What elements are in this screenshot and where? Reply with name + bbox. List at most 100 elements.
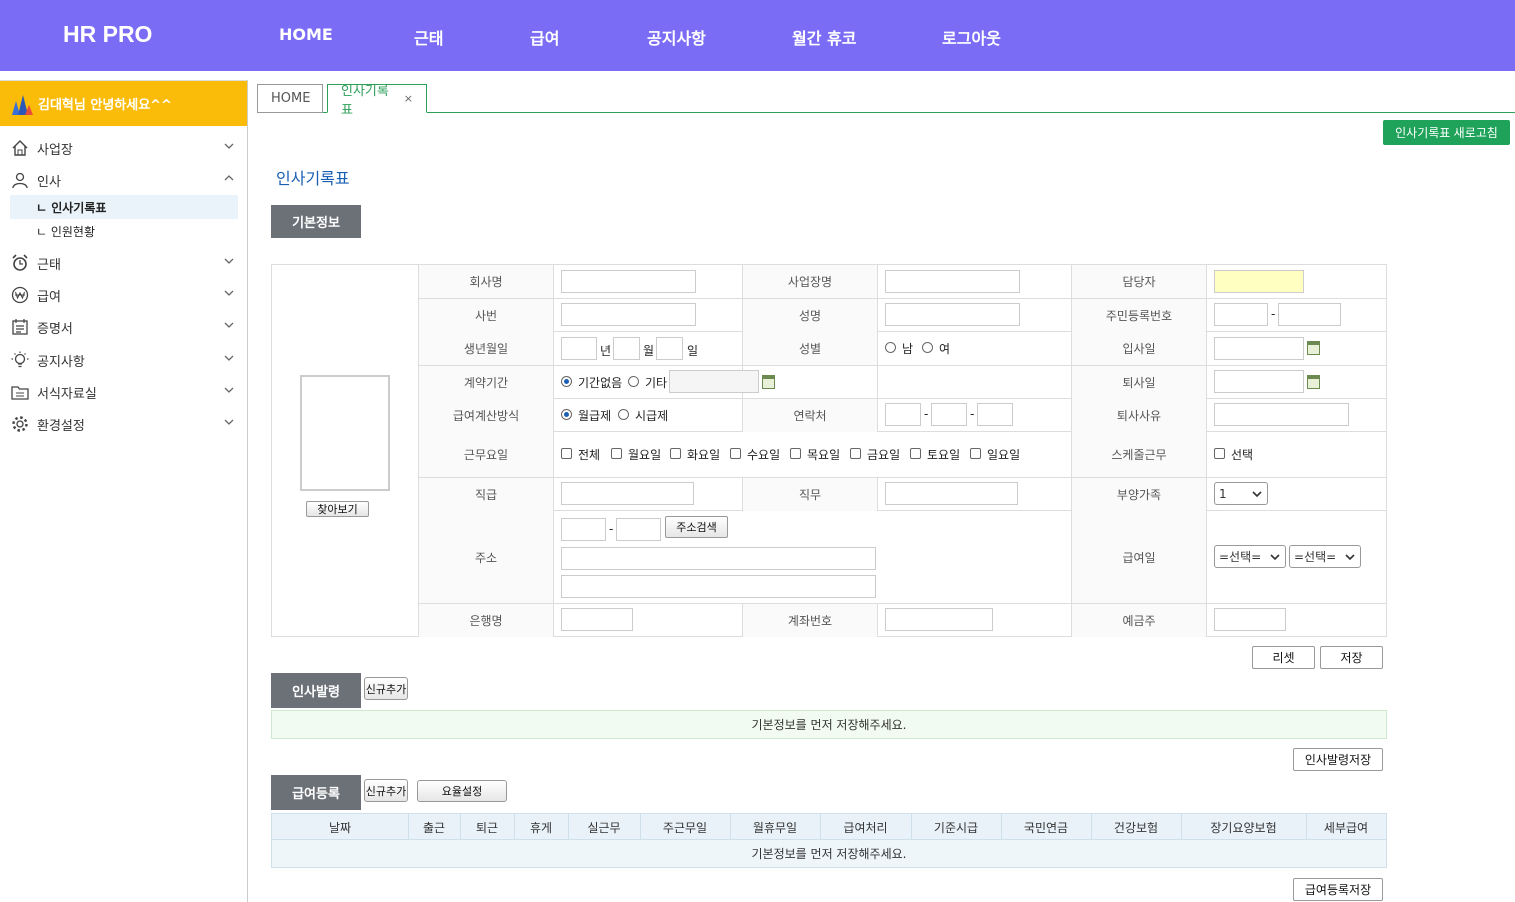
payday-select-2[interactable]: =선택= bbox=[1289, 545, 1361, 568]
close-icon[interactable]: × bbox=[404, 92, 413, 105]
workday-sun-checkbox[interactable] bbox=[970, 448, 981, 459]
nav-logout[interactable]: 로그아웃 bbox=[942, 25, 1001, 49]
menu-label: 사업장 bbox=[37, 142, 73, 158]
pay-hourly-radio[interactable] bbox=[618, 409, 629, 420]
appointment-save-button[interactable]: 인사발령저장 bbox=[1293, 748, 1383, 771]
divider bbox=[418, 331, 1387, 332]
salary-save-button[interactable]: 급여등록저장 bbox=[1293, 878, 1383, 901]
address-1-field[interactable] bbox=[561, 547, 876, 570]
schedule-checkbox[interactable] bbox=[1214, 448, 1225, 459]
dash: - bbox=[609, 522, 614, 536]
dependents-select[interactable]: 1 bbox=[1214, 482, 1268, 505]
company-field[interactable] bbox=[561, 270, 696, 293]
contract-other-radio[interactable] bbox=[628, 376, 639, 387]
dependents-value: 1 bbox=[1219, 486, 1227, 501]
duty-field[interactable] bbox=[885, 482, 1018, 505]
rrn-back-field[interactable] bbox=[1278, 303, 1341, 326]
birth-day-field[interactable] bbox=[656, 337, 683, 360]
nav-salary[interactable]: 급여 bbox=[530, 25, 559, 49]
calendar-icon[interactable] bbox=[1307, 341, 1320, 355]
tab-bar: HOME 인사기록표 × bbox=[257, 84, 1515, 118]
workday-wed-checkbox[interactable] bbox=[730, 448, 741, 459]
divider bbox=[418, 603, 1387, 604]
name-field[interactable] bbox=[885, 303, 1020, 326]
label-join: 입사일 bbox=[1072, 332, 1206, 365]
workday-fri-checkbox[interactable] bbox=[850, 448, 861, 459]
nav-home[interactable]: HOME bbox=[279, 25, 333, 44]
menu-salary[interactable]: 급여 bbox=[10, 284, 238, 306]
column-header: 세부급여 bbox=[1323, 821, 1369, 835]
calendar-icon[interactable] bbox=[1307, 375, 1320, 389]
section-basic-info: 기본정보 bbox=[271, 205, 361, 238]
refresh-record-button[interactable]: 인사기록표 새로고침 bbox=[1383, 120, 1510, 145]
contact-1-field[interactable] bbox=[885, 403, 921, 426]
contact-2-field[interactable] bbox=[931, 403, 967, 426]
menu-personnel[interactable]: 인사 bbox=[10, 169, 238, 191]
menu-forms-library[interactable]: 서식자료실 bbox=[10, 381, 238, 403]
column-header: 기준시급 bbox=[933, 821, 979, 835]
birth-year-field[interactable] bbox=[561, 337, 597, 360]
label-address: 주소 bbox=[419, 511, 553, 603]
join-date-field[interactable] bbox=[1214, 337, 1304, 360]
salary-table-header: 날짜 출근 퇴근 휴게 실근무 주근무일 월휴무일 급여처리 기준시급 국민연금… bbox=[271, 813, 1387, 841]
label-grade: 직급 bbox=[419, 478, 553, 511]
holder-field[interactable] bbox=[1214, 608, 1286, 631]
resign-date-field[interactable] bbox=[1214, 370, 1304, 393]
tab-personnel-record[interactable]: 인사기록표 × bbox=[327, 84, 427, 118]
tab-home[interactable]: HOME bbox=[257, 84, 323, 113]
divider bbox=[877, 603, 878, 637]
bank-field[interactable] bbox=[561, 608, 633, 631]
divider bbox=[877, 477, 878, 511]
photo-browse-button[interactable]: 찾아보기 bbox=[306, 501, 369, 517]
menu-label: 급여 bbox=[37, 289, 61, 305]
manager-field[interactable] bbox=[1214, 270, 1304, 293]
birth-month-field[interactable] bbox=[613, 337, 640, 360]
zip-1-field[interactable] bbox=[561, 518, 606, 541]
nav-notice[interactable]: 공지사항 bbox=[647, 25, 706, 49]
menu-workplace[interactable]: 사업장 bbox=[10, 137, 238, 159]
address-2-field[interactable] bbox=[561, 575, 876, 598]
address-search-button[interactable]: 주소검색 bbox=[665, 516, 728, 538]
rrn-front-field[interactable] bbox=[1214, 303, 1268, 326]
account-field[interactable] bbox=[885, 608, 993, 631]
salary-add-button[interactable]: 신규추가 bbox=[364, 779, 408, 802]
menu-certificate[interactable]: 증명서 bbox=[10, 316, 238, 338]
workday-label: 일요일 bbox=[987, 448, 1021, 462]
dash: - bbox=[924, 407, 929, 421]
workday-all-checkbox[interactable] bbox=[561, 448, 572, 459]
nav-attendance[interactable]: 근태 bbox=[414, 25, 443, 49]
workday-thu-checkbox[interactable] bbox=[790, 448, 801, 459]
submenu-headcount[interactable]: ㄴ 인원현황 bbox=[10, 219, 238, 243]
chevron-down-icon bbox=[224, 355, 234, 361]
workday-tue-checkbox[interactable] bbox=[670, 448, 681, 459]
menu-notice[interactable]: 공지사항 bbox=[10, 349, 238, 371]
menu-attendance[interactable]: 근태 bbox=[10, 252, 238, 274]
workday-mon-checkbox[interactable] bbox=[611, 448, 622, 459]
gender-male-radio[interactable] bbox=[885, 342, 896, 353]
contact-3-field[interactable] bbox=[977, 403, 1013, 426]
nav-monthly-holiday[interactable]: 월간 휴코 bbox=[792, 25, 856, 49]
resign-reason-field[interactable] bbox=[1214, 403, 1349, 426]
gender-female-radio[interactable] bbox=[922, 342, 933, 353]
menu-settings[interactable]: 환경설정 bbox=[10, 413, 238, 435]
site-field[interactable] bbox=[885, 270, 1020, 293]
rate-setting-button[interactable]: 요율설정 bbox=[417, 780, 507, 802]
submenu-personnel-record[interactable]: ㄴ 인사기록표 bbox=[10, 195, 238, 219]
appointment-add-button[interactable]: 신규추가 bbox=[364, 677, 408, 700]
grade-field[interactable] bbox=[561, 482, 694, 505]
contract-none-radio[interactable] bbox=[561, 376, 572, 387]
chevron-down-icon bbox=[224, 322, 234, 328]
reset-button[interactable]: 리셋 bbox=[1252, 646, 1315, 669]
app-logo[interactable]: HR PRO bbox=[63, 21, 152, 48]
workday-sat-checkbox[interactable] bbox=[910, 448, 921, 459]
emp-no-field[interactable] bbox=[561, 303, 696, 326]
calendar-icon[interactable] bbox=[762, 375, 775, 389]
alarm-clock-icon bbox=[10, 253, 30, 273]
payday-select-1[interactable]: =선택= bbox=[1214, 545, 1286, 568]
contract-other-field[interactable] bbox=[669, 370, 759, 393]
zip-2-field[interactable] bbox=[616, 518, 661, 541]
unit-day: 일 bbox=[687, 344, 699, 358]
save-button[interactable]: 저장 bbox=[1320, 646, 1383, 669]
pay-monthly-radio[interactable] bbox=[561, 409, 572, 420]
divider bbox=[418, 398, 1387, 399]
